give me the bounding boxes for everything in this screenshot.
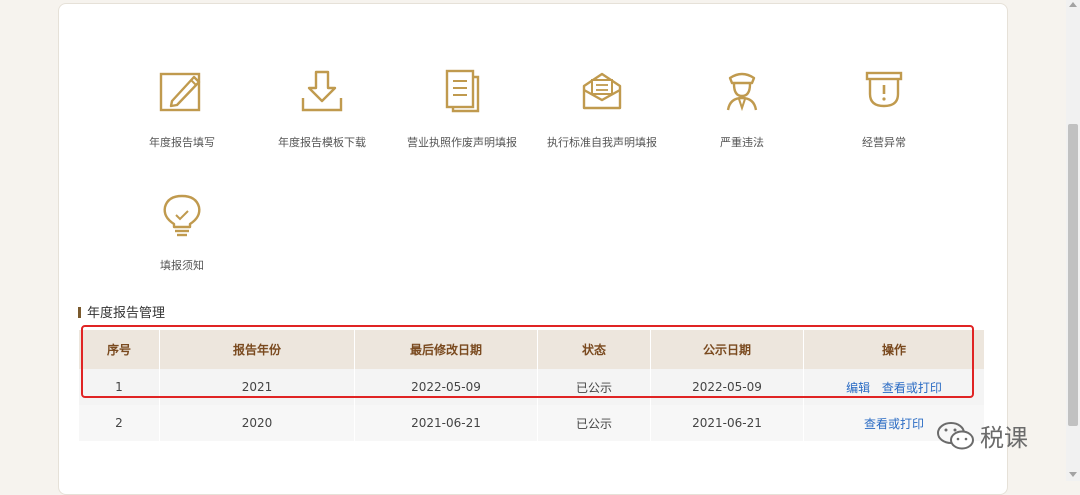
watermark: 税课 bbox=[936, 418, 1028, 453]
header-year: 报告年份 bbox=[159, 330, 355, 369]
abnormal-operation-button[interactable]: 经营异常 bbox=[814, 68, 954, 150]
license-void-declaration-button[interactable]: 营业执照作废声明填报 bbox=[392, 68, 532, 150]
scroll-down-arrow-icon[interactable] bbox=[1069, 472, 1077, 477]
scroll-up-arrow-icon[interactable] bbox=[1069, 2, 1077, 7]
icon-label: 严重违法 bbox=[720, 136, 764, 149]
icon-label: 营业执照作废声明填报 bbox=[407, 136, 517, 149]
wechat-icon bbox=[937, 421, 974, 449]
icon-label: 经营异常 bbox=[862, 136, 906, 149]
cell-status: 已公示 bbox=[537, 405, 651, 441]
header-modified-date: 最后修改日期 bbox=[354, 330, 538, 369]
cell-publish-date: 2021-06-21 bbox=[650, 405, 804, 441]
section-title-text: 年度报告管理 bbox=[87, 306, 166, 321]
envelope-icon bbox=[582, 72, 622, 110]
table-row: 1 2021 2022-05-09 已公示 2022-05-09 编辑 查看或打… bbox=[79, 369, 985, 405]
icon-label: 执行标准自我声明填报 bbox=[547, 136, 657, 149]
header-actions: 操作 bbox=[803, 330, 985, 369]
view-print-link[interactable]: 查看或打印 bbox=[864, 417, 924, 431]
vertical-scrollbar[interactable] bbox=[1066, 0, 1080, 481]
warning-shield-icon bbox=[865, 71, 903, 108]
section-marker bbox=[78, 307, 81, 318]
serious-violation-button[interactable]: 严重违法 bbox=[672, 68, 812, 150]
cell-year: 2021 bbox=[159, 369, 355, 405]
document-icon bbox=[445, 69, 480, 113]
view-print-link[interactable]: 查看或打印 bbox=[882, 381, 942, 395]
annual-report-table: 序号 报告年份 最后修改日期 状态 公示日期 操作 1 2021 2022-05… bbox=[79, 330, 985, 441]
standard-self-declaration-button[interactable]: 执行标准自我声明填报 bbox=[532, 68, 672, 150]
cell-actions: 编辑 查看或打印 bbox=[803, 369, 985, 405]
cell-index: 2 bbox=[79, 405, 160, 441]
section-title: 年度报告管理 bbox=[78, 302, 165, 321]
edit-form-icon bbox=[159, 72, 201, 112]
filing-instructions-button[interactable]: 填报须知 bbox=[112, 193, 252, 273]
annual-report-template-download-button[interactable]: 年度报告模板下载 bbox=[252, 68, 392, 150]
cell-publish-date: 2022-05-09 bbox=[650, 369, 804, 405]
icon-label: 年度报告模板下载 bbox=[278, 136, 366, 149]
header-index: 序号 bbox=[79, 330, 160, 369]
table-row: 2 2020 2021-06-21 已公示 2021-06-21 查看或打印 bbox=[79, 405, 985, 441]
lightbulb-icon bbox=[163, 194, 201, 237]
icon-label: 填报须知 bbox=[160, 259, 204, 272]
edit-link[interactable]: 编辑 bbox=[846, 381, 870, 395]
watermark-text: 税课 bbox=[980, 424, 1028, 452]
officer-icon bbox=[726, 72, 758, 112]
header-publish-date: 公示日期 bbox=[650, 330, 804, 369]
download-icon bbox=[301, 70, 343, 112]
table-header-row: 序号 报告年份 最后修改日期 状态 公示日期 操作 bbox=[79, 330, 985, 369]
cell-modified-date: 2021-06-21 bbox=[354, 405, 538, 441]
cell-index: 1 bbox=[79, 369, 160, 405]
annual-report-fill-button[interactable]: 年度报告填写 bbox=[112, 68, 252, 150]
cell-status: 已公示 bbox=[537, 369, 651, 405]
cell-modified-date: 2022-05-09 bbox=[354, 369, 538, 405]
scroll-thumb[interactable] bbox=[1068, 124, 1078, 426]
cell-year: 2020 bbox=[159, 405, 355, 441]
icon-label: 年度报告填写 bbox=[149, 136, 215, 149]
header-status: 状态 bbox=[537, 330, 651, 369]
